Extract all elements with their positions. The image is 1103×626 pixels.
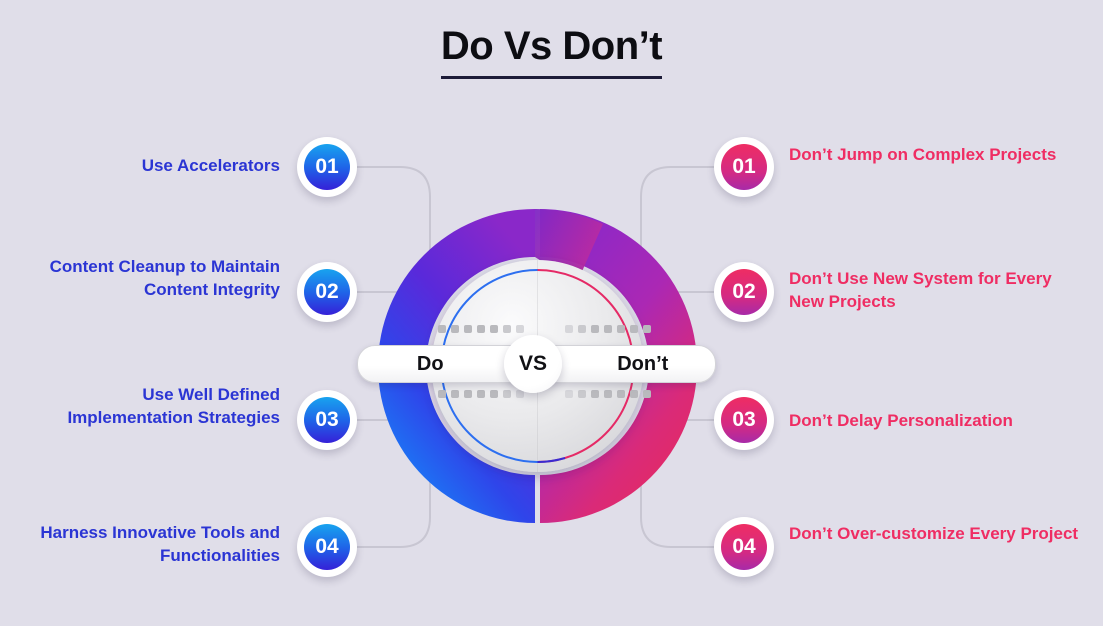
vs-badge: VS bbox=[504, 335, 562, 393]
dont-label-02: Don’t Use New System for Every New Proje… bbox=[789, 269, 1052, 312]
dot-row-top-right bbox=[565, 325, 651, 333]
dont-badge-04-number: 04 bbox=[721, 524, 767, 570]
dont-badge-01[interactable]: 01 bbox=[714, 137, 774, 197]
dot-row-bottom-left bbox=[438, 390, 524, 398]
do-label-03: Use Well Defined Implementation Strategi… bbox=[67, 385, 280, 428]
do-badge-03[interactable]: 03 bbox=[297, 390, 357, 450]
dont-label-04: Don’t Over-customize Every Project bbox=[789, 524, 1079, 543]
do-badge-01-number: 01 bbox=[304, 144, 350, 190]
do-badge-03-number: 03 bbox=[304, 397, 350, 443]
do-label-02: Content Cleanup to Maintain Content Inte… bbox=[49, 257, 280, 300]
title-container: Do Vs Don’t bbox=[0, 24, 1103, 79]
dont-badge-03-number: 03 bbox=[721, 397, 767, 443]
infographic-canvas: Do Vs Don’t Do Don’t VS 01 Use Accelerat… bbox=[0, 0, 1103, 626]
page-title: Do Vs Don’t bbox=[440, 24, 663, 79]
dot-row-top-left bbox=[438, 325, 524, 333]
dont-badge-02-number: 02 bbox=[721, 269, 767, 315]
do-label-01: Use Accelerators bbox=[141, 156, 280, 175]
do-badge-04-number: 04 bbox=[304, 524, 350, 570]
dont-badge-04[interactable]: 04 bbox=[714, 517, 774, 577]
do-badge-04[interactable]: 04 bbox=[297, 517, 357, 577]
dont-label-03: Don’t Delay Personalization bbox=[789, 411, 1013, 430]
dot-row-bottom-right bbox=[565, 390, 651, 398]
do-badge-02-number: 02 bbox=[304, 269, 350, 315]
dont-badge-02[interactable]: 02 bbox=[714, 262, 774, 322]
do-label-04: Harness Innovative Tools and Functionali… bbox=[40, 523, 280, 566]
pill-dont-label: Don’t bbox=[617, 352, 669, 375]
dont-badge-03[interactable]: 03 bbox=[714, 390, 774, 450]
do-badge-01[interactable]: 01 bbox=[297, 137, 357, 197]
dont-label-01: Don’t Jump on Complex Projects bbox=[789, 145, 1057, 164]
do-badge-02[interactable]: 02 bbox=[297, 262, 357, 322]
dont-badge-01-number: 01 bbox=[721, 144, 767, 190]
